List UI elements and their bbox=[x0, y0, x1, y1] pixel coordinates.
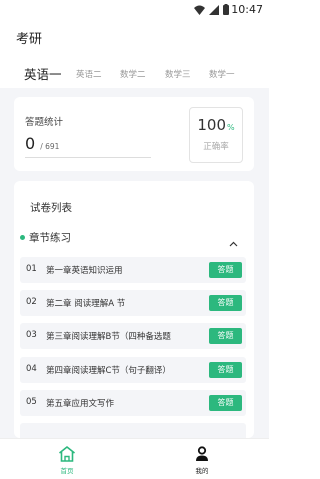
accuracy-value: 100% bbox=[197, 116, 235, 134]
chapter-number: 01 bbox=[26, 264, 37, 274]
tab-english-2[interactable]: 英语二 bbox=[76, 68, 102, 80]
chapter-row-03[interactable]: 03 第三章阅读理解B节（四种备选题 答题 bbox=[20, 323, 246, 349]
answer-button[interactable]: 答题 bbox=[209, 295, 242, 311]
chapter-row-02[interactable]: 02 第二章 阅读理解A 节 答题 bbox=[20, 290, 246, 316]
answer-button[interactable]: 答题 bbox=[209, 362, 242, 378]
chapter-number: 05 bbox=[26, 397, 37, 407]
chapter-title: 第一章英语知识运用 bbox=[46, 266, 123, 276]
accuracy-label: 正确率 bbox=[203, 142, 229, 152]
stats-label: 答题统计 bbox=[25, 117, 64, 128]
answered-value: 0 bbox=[25, 134, 36, 153]
chapter-row-04[interactable]: 04 第四章阅读理解C节（句子翻译） 答题 bbox=[20, 357, 246, 383]
tab-math-3[interactable]: 数学三 bbox=[165, 68, 191, 80]
status-time: 10:47 bbox=[231, 3, 263, 16]
bottom-nav: 首页 我的 bbox=[0, 438, 269, 479]
stats-divider bbox=[25, 157, 151, 158]
subject-tabs: 英语一 英语二 数学二 数学三 数学一 bbox=[0, 64, 269, 90]
signal-icon bbox=[209, 4, 219, 15]
section-chapter-practice[interactable]: 章节练习 bbox=[20, 231, 248, 247]
accuracy-unit: % bbox=[227, 123, 235, 132]
chapter-number: 03 bbox=[26, 330, 37, 340]
chapter-title: 第四章阅读理解C节（句子翻译） bbox=[46, 366, 171, 376]
answer-button[interactable]: 答题 bbox=[209, 395, 242, 411]
nav-mine-label: 我的 bbox=[195, 467, 209, 475]
chapter-row-05[interactable]: 05 第五章应用文写作 答题 bbox=[20, 390, 246, 416]
stats-card: 答题统计 0 / 691 100% 正确率 bbox=[14, 97, 254, 171]
section-title: 章节练习 bbox=[29, 232, 71, 244]
chapter-title: 第五章应用文写作 bbox=[46, 399, 115, 409]
wifi-icon bbox=[194, 5, 205, 15]
app-title: 考研 bbox=[16, 32, 43, 47]
nav-home-label: 首页 bbox=[60, 467, 74, 475]
nav-home[interactable]: 首页 bbox=[47, 446, 87, 475]
chapter-title: 第二章 阅读理解A 节 bbox=[46, 299, 126, 309]
answered-count: 0 / 691 bbox=[25, 134, 59, 153]
tab-math-2[interactable]: 数学二 bbox=[120, 68, 146, 80]
paper-list-title: 试卷列表 bbox=[30, 202, 72, 214]
battery-icon bbox=[223, 4, 229, 15]
accuracy-box: 100% 正确率 bbox=[189, 107, 243, 163]
nav-mine[interactable]: 我的 bbox=[182, 446, 222, 475]
answer-button[interactable]: 答题 bbox=[209, 262, 242, 278]
chapter-row-01[interactable]: 01 第一章英语知识运用 答题 bbox=[20, 257, 246, 283]
home-icon bbox=[47, 446, 87, 462]
answer-button[interactable]: 答题 bbox=[209, 328, 242, 344]
paper-list-card: 试卷列表 章节练习 01 第一章英语知识运用 答题 02 第二章 阅读理解A 节… bbox=[14, 181, 254, 438]
total-value: / 691 bbox=[40, 142, 60, 151]
tab-math-1[interactable]: 数学一 bbox=[209, 68, 235, 80]
chapter-number: 04 bbox=[26, 364, 37, 374]
status-bar: 10:47 bbox=[0, 0, 269, 20]
tab-english-1[interactable]: 英语一 bbox=[24, 64, 62, 83]
chapter-number: 02 bbox=[26, 297, 37, 307]
chapter-title: 第三章阅读理解B节（四种备选题 bbox=[46, 332, 171, 342]
chevron-up-icon[interactable] bbox=[229, 232, 238, 251]
user-icon bbox=[182, 446, 222, 462]
section-dot-icon bbox=[20, 235, 25, 240]
app-bar: 考研 bbox=[0, 20, 269, 52]
chapter-row-partial[interactable] bbox=[20, 423, 246, 438]
